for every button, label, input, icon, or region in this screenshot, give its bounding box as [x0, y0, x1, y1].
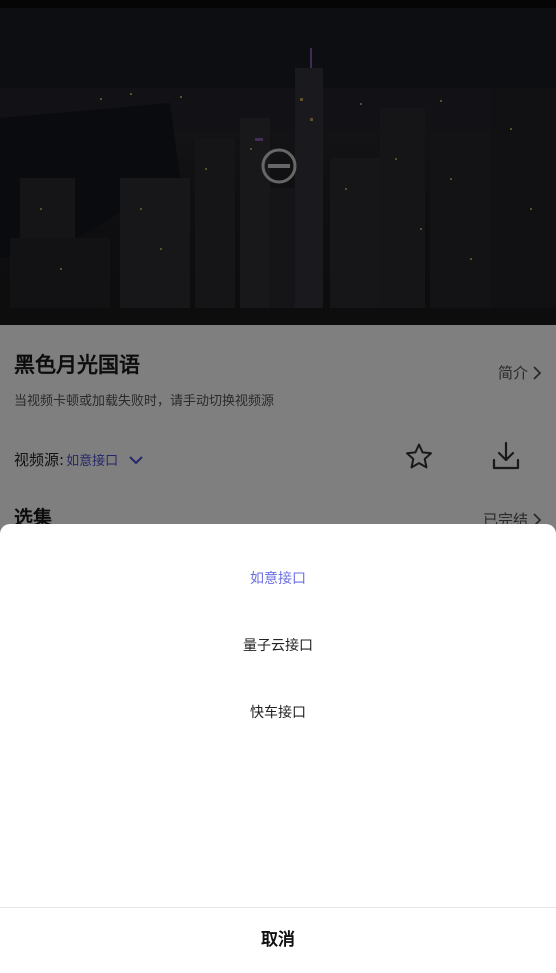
source-option-1[interactable]: 如意接口 — [0, 564, 556, 594]
cancel-button[interactable]: 取消 — [0, 908, 556, 973]
source-option-3[interactable]: 快车接口 — [0, 698, 556, 728]
source-option-2[interactable]: 量子云接口 — [0, 631, 556, 661]
source-picker-sheet: 如意接口 量子云接口 快车接口 取消 — [0, 524, 556, 973]
